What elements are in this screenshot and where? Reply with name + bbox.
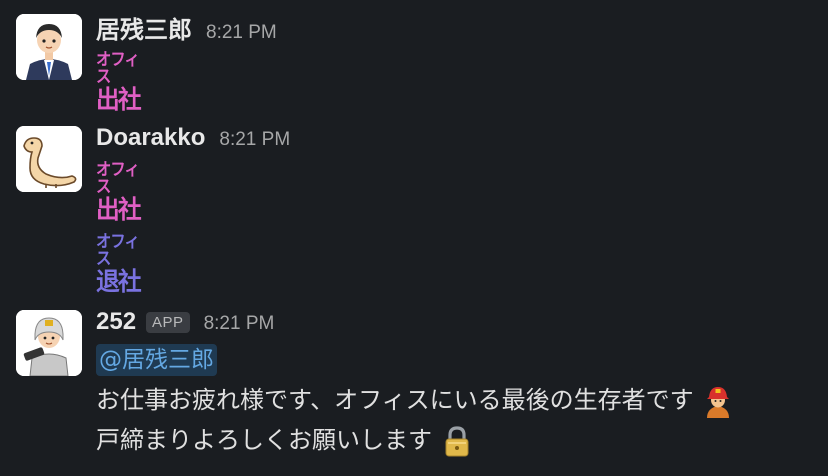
firefighter-icon [16,310,82,376]
timestamp[interactable]: 8:21 PM [219,129,290,151]
message-text: 戸締まりよろしくお願いします [96,426,432,454]
message-text: お仕事お疲れ様です、オフィスにいる最後の生存者です [96,386,694,414]
message-text-line: お仕事お疲れ様です、オフィスにいる最後の生存者です [96,384,735,418]
username[interactable]: Doarakko [96,124,205,152]
firefighter-avatar[interactable] [16,310,82,376]
stamp-line-2: 出社 [96,195,142,224]
stamp-line-1: オフィス [96,50,140,87]
dinosaur-avatar[interactable] [16,126,82,192]
username[interactable]: 252 [96,308,136,336]
message-feed: 居残三郎 8:21 PM オフィス 出社 Doarakko 8:21 PM オフ… [0,0,828,476]
stamp-line-2: 退社 [96,267,142,296]
stamp-line-1: オフィス [96,232,140,269]
businessman-avatar[interactable] [16,14,82,80]
username[interactable]: 居残三郎 [96,10,192,45]
app-badge: APP [146,312,190,333]
dinosaur-icon [16,126,82,192]
user-mention[interactable]: @居残三郎 [96,344,217,376]
firefighter-emoji-icon [701,384,735,418]
timestamp[interactable]: 8:21 PM [206,22,277,44]
office-arrival-emoji[interactable]: オフィス 出社 [96,160,156,224]
lock-emoji-icon [440,424,474,458]
businessman-icon [16,14,82,80]
office-leave-emoji[interactable]: オフィス 退社 [96,232,156,296]
message-text-line: 戸締まりよろしくお願いします [96,424,474,458]
timestamp[interactable]: 8:21 PM [204,313,275,335]
office-arrival-emoji[interactable]: オフィス 出社 [96,50,156,114]
stamp-line-1: オフィス [96,160,140,197]
stamp-line-2: 出社 [96,85,142,114]
